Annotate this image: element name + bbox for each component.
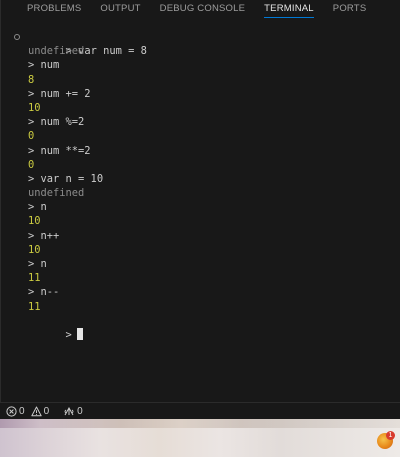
ports-icon [63,406,75,417]
terminal-prompt-line[interactable]: > [1,314,400,341]
terminal-output-line: 11 [28,300,41,313]
terminal-input-line: > num %=2 [28,116,85,129]
terminal-output-line: 11 [28,272,41,285]
problems-status[interactable]: 0 0 [6,403,49,420]
terminal-input-line: > num += 2 [28,87,91,100]
command-decoration-icon[interactable] [14,34,20,40]
notification-badge: 1 [386,431,395,440]
ports-status[interactable]: 0 [63,403,83,420]
terminal-output-line: 10 [28,215,41,228]
tab-output[interactable]: OUTPUT [100,0,140,18]
ports-count: 0 [77,405,83,417]
tab-problems[interactable]: PROBLEMS [27,0,81,18]
terminal-output-line: 0 [28,158,35,171]
terminal-output-line: 10 [28,101,41,114]
terminal-input-line: > n-- [28,286,60,299]
warning-icon [30,406,42,417]
error-icon [6,405,17,417]
terminal-input-line: > n++ [28,229,60,242]
terminal-cursor [76,327,83,340]
tab-ports[interactable]: PORTS [333,0,367,18]
tab-terminal[interactable]: TERMINAL [264,0,314,18]
terminal-output-line: undefined [28,45,85,58]
status-bar: 0 0 0 [0,402,400,419]
terminal-input-line: > var n = 10 [28,172,104,185]
terminal-output-line: undefined [28,187,85,200]
terminal-output-line: 10 [28,243,41,256]
terminal-panel: PROBLEMS OUTPUT DEBUG CONSOLE TERMINAL P… [0,0,400,402]
wallpaper-band [0,419,400,428]
terminal-input-line: > num [28,59,60,72]
panel-tabs: PROBLEMS OUTPUT DEBUG CONSOLE TERMINAL P… [1,0,400,22]
error-count: 0 [19,405,25,417]
prompt-symbol: > [65,328,72,341]
terminal-input-line: > var num = 8 [1,30,400,57]
terminal-output-line: 0 [28,130,35,143]
terminal-input-line: > num **=2 [28,144,91,157]
warning-count: 0 [43,405,50,417]
desktop-background-strip: 1 [0,419,400,457]
tab-debug-console[interactable]: DEBUG CONSOLE [160,0,245,18]
terminal-input-line: > n [28,201,47,214]
terminal-input-line: > n [28,258,47,270]
terminal-output[interactable]: > var num = 8 undefined > num 8 > num +=… [1,30,400,341]
terminal-output-line: 8 [28,73,35,86]
